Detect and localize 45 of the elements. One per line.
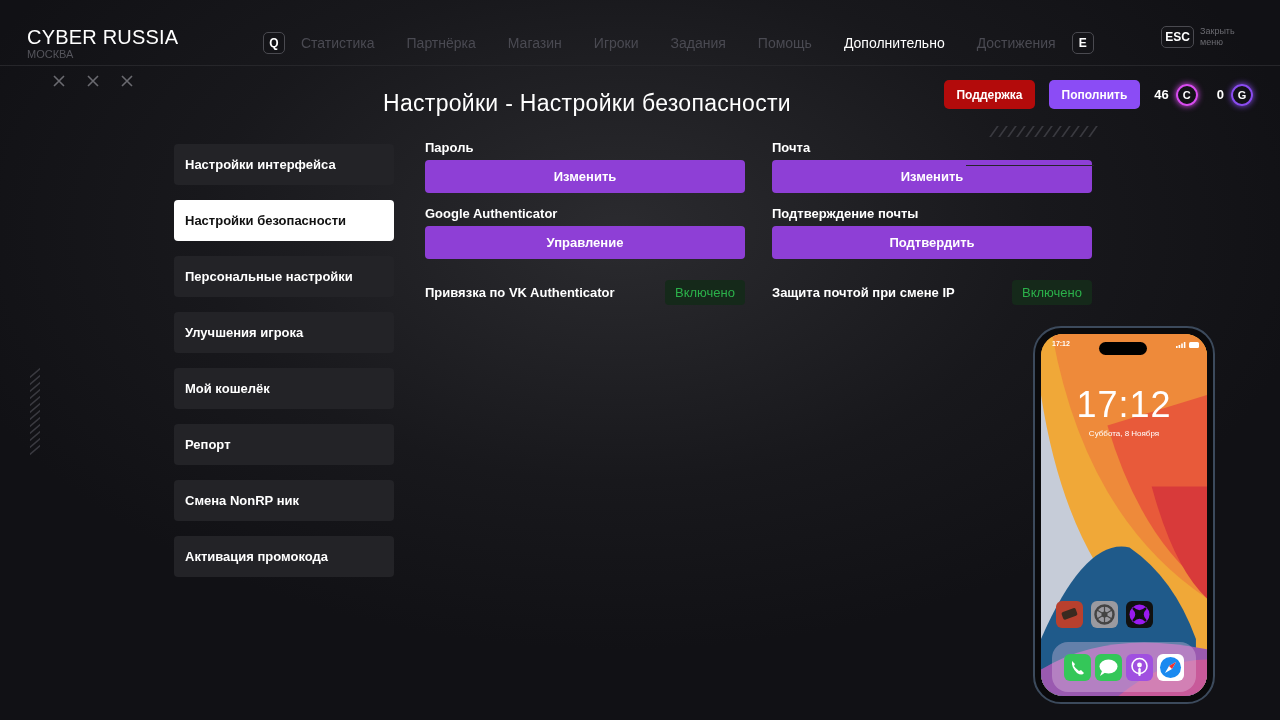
action-button[interactable]: Подтвердить (772, 226, 1092, 259)
cross-icon (53, 75, 65, 87)
currency-badge: G (1231, 83, 1253, 106)
sidebar-item[interactable]: Улучшения игрока (174, 312, 394, 353)
topup-button[interactable]: Пополнить (1048, 80, 1141, 109)
action-button[interactable]: Управление (425, 226, 745, 259)
balance-amount: 0 (1216, 87, 1224, 102)
sidebar-item[interactable]: Настройки интерфейса (174, 144, 394, 185)
page-title: Настройки - Настройки безопасности (383, 89, 791, 117)
cross-icon (87, 75, 99, 87)
settings-icon[interactable] (1091, 601, 1118, 628)
status-toggle[interactable]: Включено (1012, 280, 1092, 305)
battery-icon (1189, 342, 1200, 348)
sidebar-item[interactable]: Мой кошелёк (174, 368, 394, 409)
action-button[interactable]: Изменить (425, 160, 745, 193)
sidebar-item[interactable]: Смена NonRP ник (174, 480, 394, 521)
support-button[interactable]: Поддержка (944, 80, 1035, 109)
sidebar-item[interactable]: Репорт (174, 424, 394, 465)
city-label: МОСКВА (27, 48, 75, 60)
lock-clock: 17:12 (1075, 384, 1173, 426)
camera-notch (1099, 342, 1147, 355)
currency-badge: C (1175, 83, 1198, 106)
sidebar-item[interactable]: Активация промокода (174, 536, 394, 577)
close-menu-label: Закрыть меню (1200, 26, 1236, 48)
setting-label: Пароль (425, 140, 475, 156)
balance-amount: 46 (1154, 87, 1169, 102)
signal-icon (1176, 342, 1186, 348)
status-toggle[interactable]: Включено (665, 280, 745, 305)
setting-label: Google Authenticator (425, 206, 559, 222)
setting-label: Привязка по VK Authenticator (425, 284, 615, 301)
cross-app-icon[interactable] (1126, 601, 1153, 628)
game-app-icon[interactable] (1056, 601, 1083, 628)
key-hint[interactable]: ESC (1161, 26, 1194, 48)
cross-icon (121, 75, 133, 87)
action-button[interactable]: Изменить (772, 160, 1092, 193)
setting-label: Почта (772, 140, 812, 156)
nav-tab[interactable]: Дополнительно (827, 26, 961, 60)
key-hint[interactable]: Q (263, 32, 285, 54)
sidebar-item[interactable]: Персональные настройки (174, 256, 394, 297)
sidebar-item[interactable]: Настройки безопасности (174, 200, 394, 241)
key-hint[interactable]: E (1071, 32, 1094, 54)
brand-logo: CYBER RUSSIA (27, 26, 180, 48)
lock-date: Суббота, 8 Ноября (1087, 429, 1161, 438)
setting-label: Подтверждение почты (772, 206, 920, 222)
setting-label: Защита почтой при смене IP (772, 284, 955, 301)
